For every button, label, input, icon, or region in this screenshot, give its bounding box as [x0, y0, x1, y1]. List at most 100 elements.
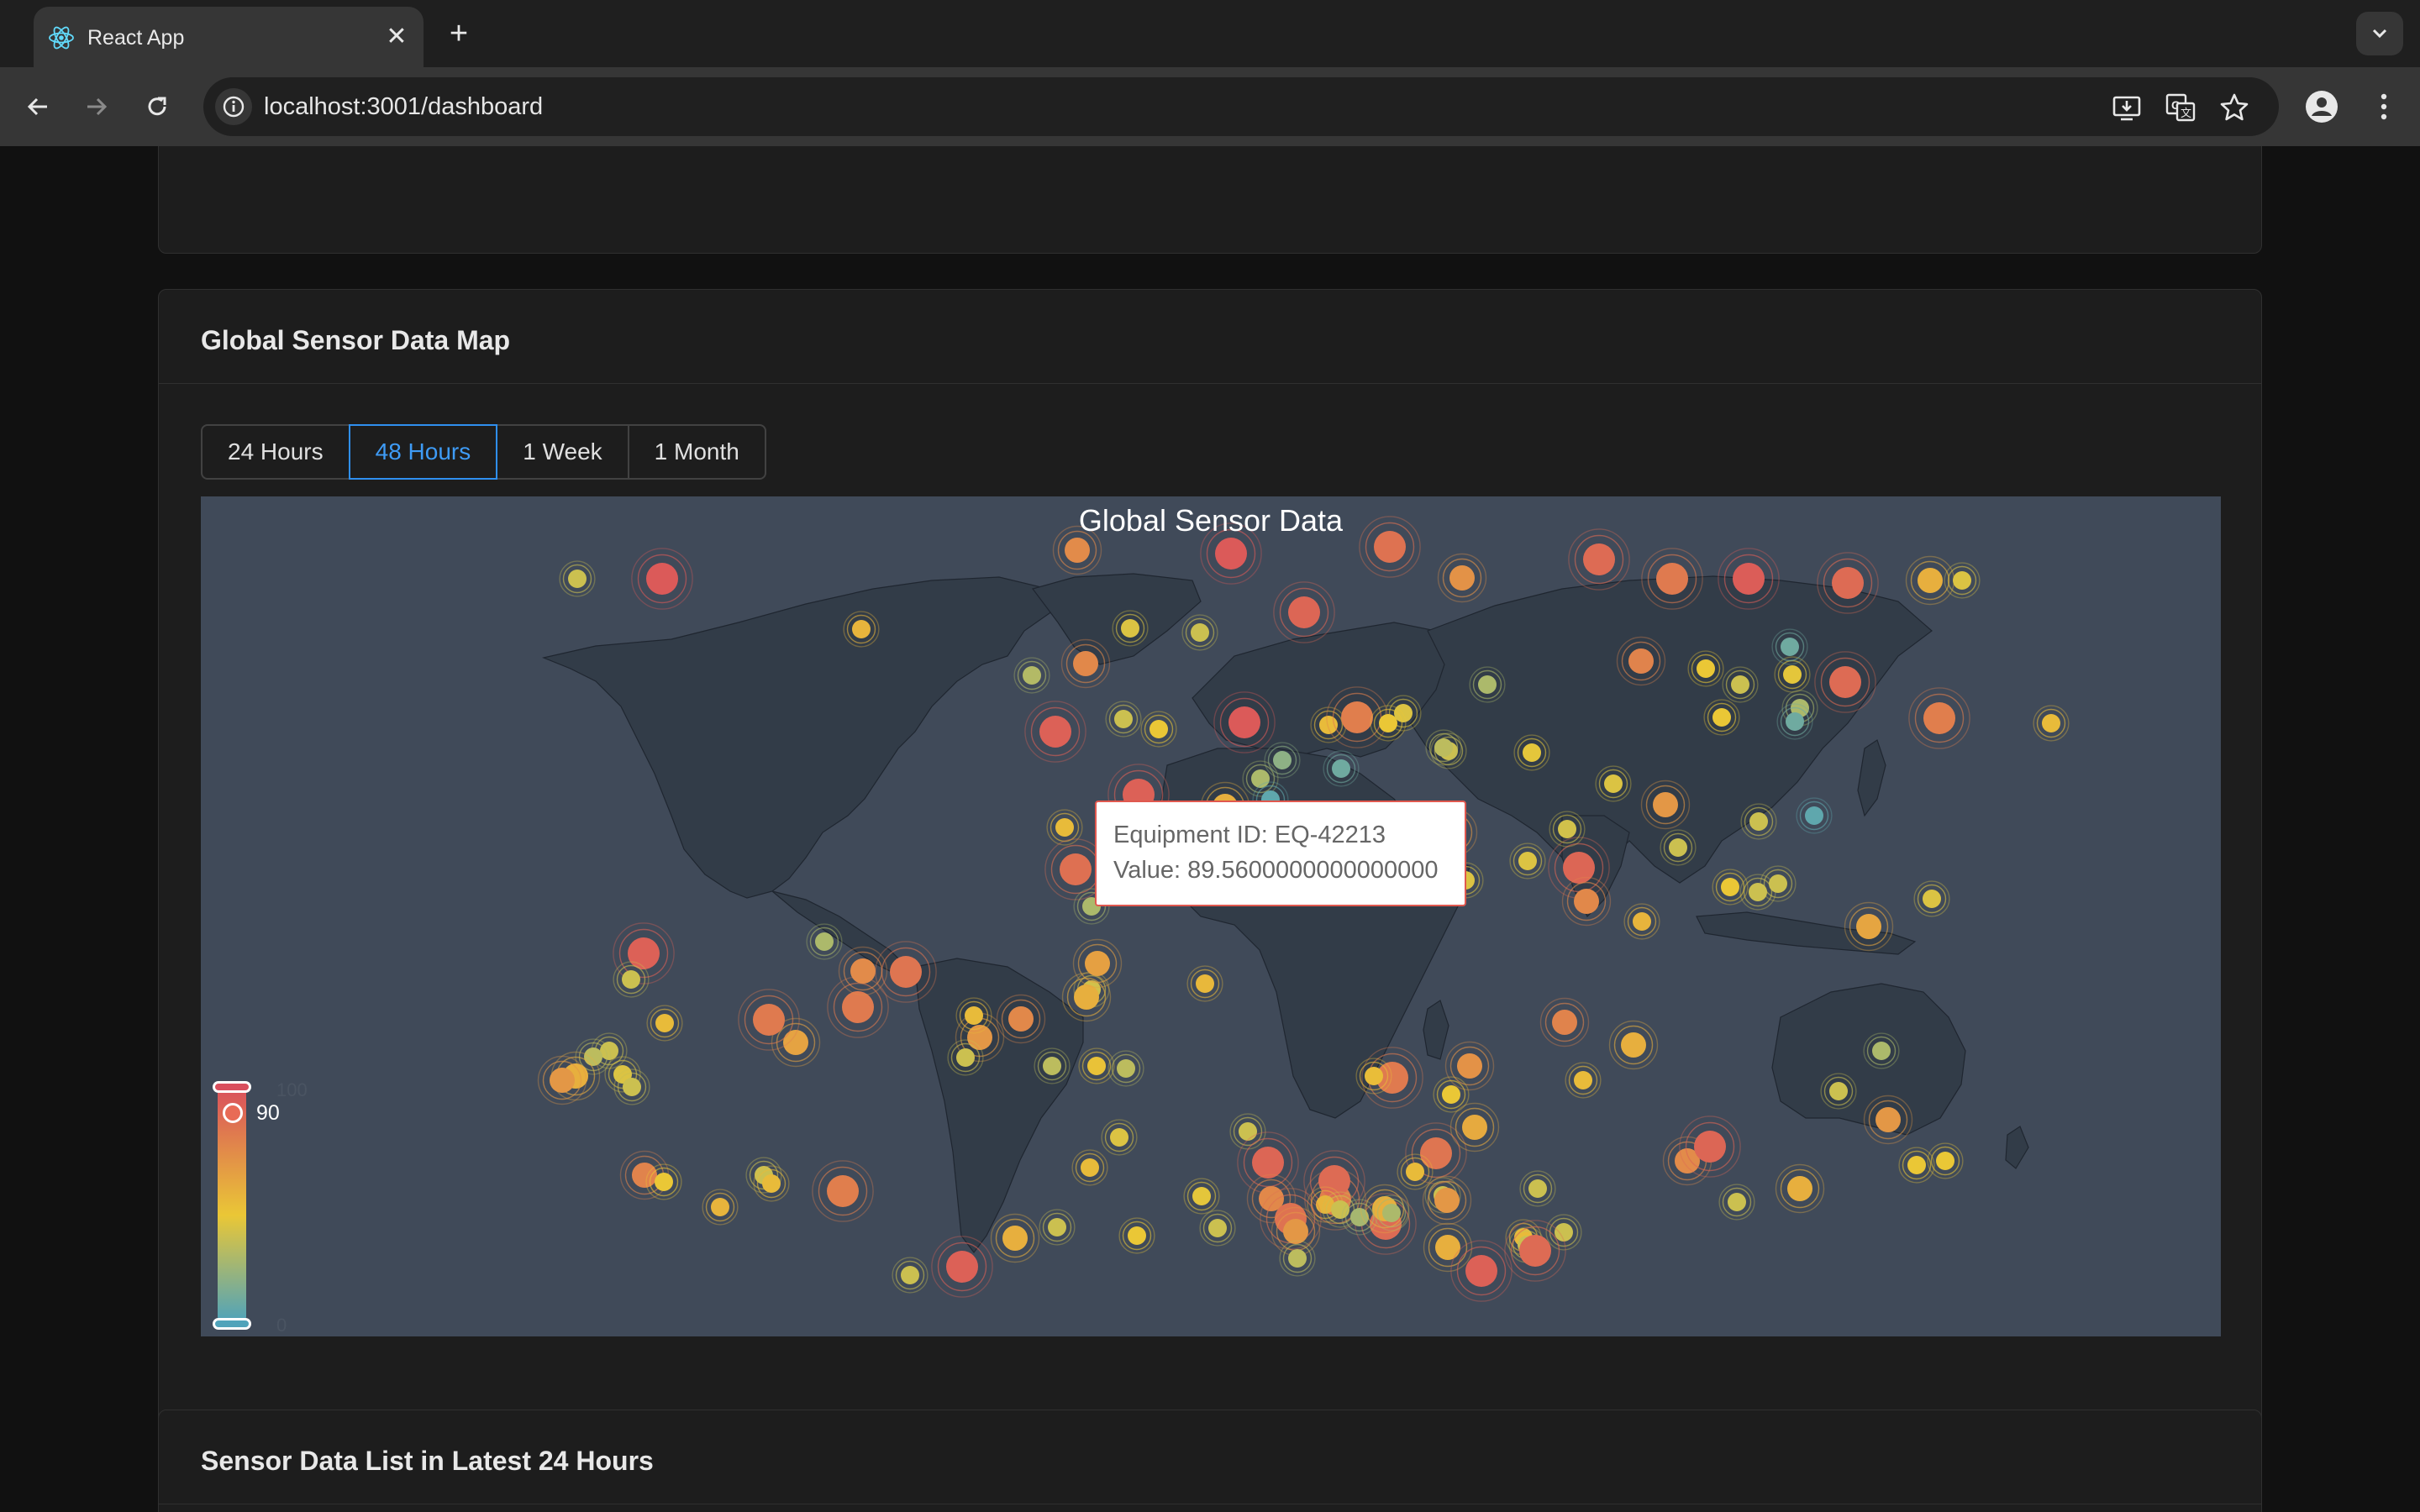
sensor-point[interactable] — [1907, 1156, 1926, 1174]
sensor-point[interactable] — [1208, 1219, 1227, 1237]
range-1-month[interactable]: 1 Month — [627, 424, 766, 480]
sensor-point[interactable] — [1060, 853, 1092, 885]
sensor-point[interactable] — [1288, 1249, 1307, 1268]
sensor-point[interactable] — [1731, 675, 1749, 694]
range-1-week[interactable]: 1 Week — [496, 424, 629, 480]
sensor-point[interactable] — [1786, 712, 1804, 731]
sensor-point[interactable] — [1365, 1067, 1383, 1085]
sensor-point[interactable] — [1832, 567, 1864, 599]
sensor-point[interactable] — [1519, 1235, 1551, 1267]
reload-button[interactable] — [136, 86, 178, 128]
sensor-point[interactable] — [1583, 543, 1615, 575]
sensor-point[interactable] — [1085, 951, 1110, 976]
sensor-point[interactable] — [622, 970, 640, 989]
sensor-point[interactable] — [632, 1163, 657, 1188]
sensor-point[interactable] — [1574, 1071, 1592, 1089]
sensor-point[interactable] — [711, 1198, 729, 1216]
sensor-point[interactable] — [1002, 1226, 1028, 1251]
sensor-point[interactable] — [1239, 1122, 1257, 1141]
sensor-point[interactable] — [1379, 714, 1397, 732]
tab-close-icon[interactable]: ✕ — [381, 22, 412, 52]
sensor-point[interactable] — [1435, 1235, 1460, 1260]
sensor-point[interactable] — [1215, 538, 1247, 570]
sensor-point[interactable] — [946, 1251, 978, 1283]
sensor-point[interactable] — [1628, 648, 1654, 674]
sensor-point[interactable] — [850, 958, 876, 984]
sensor-point[interactable] — [1449, 565, 1475, 591]
sensor-point[interactable] — [1805, 806, 1823, 825]
sensor-point[interactable] — [1749, 812, 1768, 831]
sensor-point[interactable] — [1918, 568, 1943, 593]
sensor-point[interactable] — [655, 1173, 673, 1191]
sensor-point[interactable] — [815, 932, 834, 951]
back-button[interactable] — [17, 86, 59, 128]
sensor-point[interactable] — [1087, 1057, 1106, 1075]
sensor-point[interactable] — [1434, 738, 1453, 757]
sensor-point[interactable] — [1332, 759, 1350, 778]
sensor-point[interactable] — [655, 1014, 674, 1032]
sensor-point[interactable] — [1434, 1188, 1460, 1213]
forward-button[interactable] — [76, 86, 118, 128]
sensor-point[interactable] — [842, 991, 874, 1023]
sensor-point[interactable] — [1196, 974, 1214, 993]
sensor-point[interactable] — [753, 1004, 785, 1036]
sensor-point[interactable] — [1697, 659, 1715, 678]
sensor-point[interactable] — [1558, 820, 1576, 838]
sensor-point[interactable] — [1669, 838, 1687, 857]
sensor-point[interactable] — [1465, 1255, 1497, 1287]
sensor-point[interactable] — [1074, 984, 1099, 1010]
sensor-point[interactable] — [901, 1266, 919, 1284]
sensor-point[interactable] — [1872, 1042, 1891, 1060]
sensor-point[interactable] — [1721, 878, 1739, 896]
sensor-point[interactable] — [623, 1078, 641, 1096]
tab-search-button[interactable] — [2356, 12, 2403, 55]
sensor-point[interactable] — [1923, 702, 1955, 734]
sensor-point[interactable] — [1331, 1200, 1349, 1219]
sensor-point[interactable] — [1319, 716, 1338, 734]
sensor-point[interactable] — [1656, 563, 1688, 595]
sensor-point[interactable] — [1457, 1053, 1482, 1079]
sensor-map-chart[interactable]: Global Sensor Data Equipment ID: EQ-4221… — [201, 496, 2221, 1336]
sensor-point[interactable] — [1043, 1057, 1061, 1075]
sensor-point[interactable] — [1787, 1176, 1812, 1201]
install-app-icon[interactable] — [2111, 92, 2143, 123]
more-menu-icon[interactable] — [2366, 89, 2402, 124]
sensor-point[interactable] — [965, 1006, 983, 1025]
sensor-point[interactable] — [1023, 666, 1041, 685]
range-48-hours[interactable]: 48 Hours — [348, 424, 498, 480]
sensor-point[interactable] — [646, 563, 678, 595]
sensor-point[interactable] — [827, 1175, 859, 1207]
url-text[interactable]: localhost:3001/dashboard — [264, 92, 543, 122]
sensor-point[interactable] — [1604, 774, 1623, 793]
sensor-point[interactable] — [1073, 651, 1098, 676]
sensor-point[interactable] — [1528, 1179, 1547, 1198]
sensor-point[interactable] — [1341, 701, 1373, 733]
sensor-point[interactable] — [1923, 890, 1941, 908]
new-tab-button[interactable]: + — [440, 15, 477, 52]
sensor-point[interactable] — [1048, 1218, 1066, 1236]
sensor-point[interactable] — [1876, 1107, 1901, 1132]
sensor-point[interactable] — [1694, 1131, 1726, 1163]
sensor-point[interactable] — [1953, 571, 1971, 590]
sensor-point[interactable] — [1728, 1193, 1746, 1211]
sensor-point[interactable] — [1008, 1006, 1034, 1032]
sensor-point[interactable] — [1252, 1147, 1284, 1179]
sensor-point[interactable] — [1523, 743, 1541, 762]
sensor-point[interactable] — [1518, 852, 1537, 870]
sensor-point[interactable] — [1150, 720, 1168, 738]
sensor-point[interactable] — [1065, 538, 1090, 563]
profile-avatar-icon[interactable] — [2304, 89, 2339, 124]
sensor-point[interactable] — [1406, 1163, 1424, 1181]
sensor-point[interactable] — [1829, 666, 1861, 698]
visual-map-max-handle[interactable] — [213, 1081, 251, 1093]
sensor-point[interactable] — [956, 1048, 975, 1067]
sensor-point[interactable] — [1420, 1137, 1452, 1169]
sensor-point[interactable] — [1621, 1032, 1646, 1058]
sensor-point[interactable] — [1318, 1165, 1350, 1197]
sensor-point[interactable] — [584, 1047, 602, 1066]
sensor-point[interactable] — [568, 570, 587, 588]
sensor-point[interactable] — [852, 620, 871, 638]
sensor-point[interactable] — [1192, 1187, 1211, 1205]
sensor-point[interactable] — [1462, 1115, 1487, 1140]
sensor-point[interactable] — [1121, 619, 1139, 638]
